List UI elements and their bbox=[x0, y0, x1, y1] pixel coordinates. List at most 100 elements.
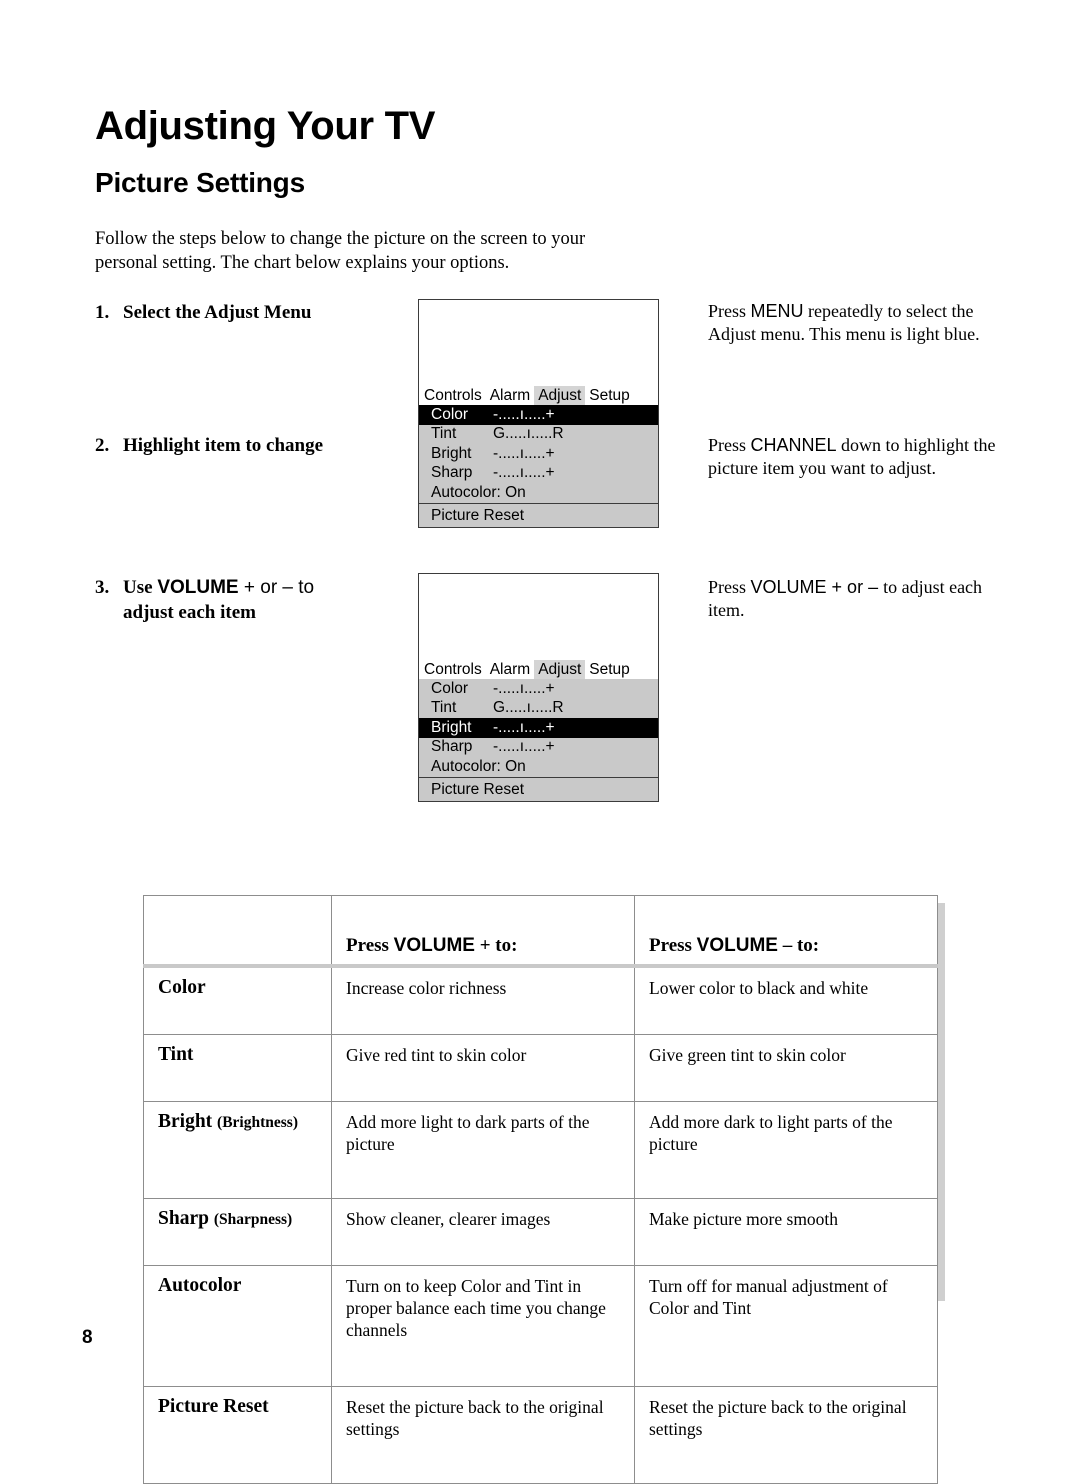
row-label-bright: Bright (Brightness) bbox=[143, 1101, 332, 1199]
intro-paragraph: Follow the steps below to change the pic… bbox=[95, 228, 586, 273]
step-3-text-after: adjust each item bbox=[123, 602, 256, 623]
row-plus-sharp: Show cleaner, clearer images bbox=[331, 1198, 635, 1266]
note-3-prefix: Press bbox=[708, 577, 751, 597]
table-row: Color Increase color richness Lower colo… bbox=[143, 965, 938, 1035]
tv-item-color-1[interactable]: Color -.....ı.....+ bbox=[419, 405, 658, 425]
tv-tab-adjust-1[interactable]: Adjust bbox=[534, 386, 586, 405]
note-step-3: Press VOLUME + or – to adjust each item. bbox=[708, 576, 1008, 621]
step-3-label: Use VOLUME + or – to adjust each item bbox=[123, 575, 403, 625]
note-2-keyword: CHANNEL bbox=[750, 435, 837, 455]
row-plus-color: Increase color richness bbox=[331, 965, 635, 1035]
header-minus-prefix: Press bbox=[649, 935, 697, 956]
header-minus-suffix: – to: bbox=[777, 935, 820, 956]
row-label-sharp: Sharp (Sharpness) bbox=[143, 1198, 332, 1266]
tv-item-tint-2[interactable]: Tint G.....ı.....R bbox=[419, 699, 658, 719]
tv-item-color-slider-2: -.....ı.....+ bbox=[493, 679, 555, 697]
row-plus-bright: Add more light to dark parts of the pict… bbox=[331, 1101, 635, 1199]
tv-menu-items-2: Color -.....ı.....+ Tint G.....ı.....R B… bbox=[419, 679, 658, 777]
tv-item-tint-label-2: Tint bbox=[431, 699, 457, 716]
step-3-keyword: VOLUME bbox=[157, 577, 239, 598]
header-minus-keyword: VOLUME bbox=[696, 935, 778, 956]
tv-item-autocolor-1[interactable]: Autocolor: On bbox=[419, 483, 658, 503]
header-plus-prefix: Press bbox=[346, 935, 394, 956]
tv-item-bright-2[interactable]: Bright -.....ı.....+ bbox=[419, 718, 658, 738]
tv-menu-tabs-1: Controls Alarm Adjust Setup bbox=[419, 386, 658, 405]
tv-menu-tabs-2: Controls Alarm Adjust Setup bbox=[419, 660, 658, 679]
tv-item-bright-label-2: Bright bbox=[431, 718, 472, 736]
tv-item-autocolor-2[interactable]: Autocolor: On bbox=[419, 757, 658, 777]
tv-item-sharp-label-1: Sharp bbox=[431, 464, 473, 481]
tv-item-sharp-label-2: Sharp bbox=[431, 738, 473, 755]
tv-item-bright-slider-1: -.....ı.....+ bbox=[493, 444, 555, 462]
tv-menu-items-1: Color -.....ı.....+ Tint G.....ı.....R B… bbox=[419, 405, 658, 503]
row-plus-autocolor: Turn on to keep Color and Tint in proper… bbox=[331, 1265, 635, 1387]
tv-tab-setup-1[interactable]: Setup bbox=[585, 386, 634, 405]
tv-item-color-slider-1: -.....ı.....+ bbox=[493, 405, 555, 423]
note-step-1: Press MENU repeatedly to select the Adju… bbox=[708, 300, 1008, 345]
tv-item-color-label-2: Color bbox=[431, 679, 469, 697]
table-header-blank bbox=[143, 895, 332, 968]
tv-tab-setup-2[interactable]: Setup bbox=[585, 660, 634, 679]
row-minus-color: Lower color to black and white bbox=[634, 965, 938, 1035]
tv-item-color-2[interactable]: Color -.....ı.....+ bbox=[419, 679, 658, 699]
row-label-autocolor: Autocolor bbox=[143, 1265, 332, 1387]
picture-settings-reference-table: Press VOLUME + to: Press VOLUME – to: Co… bbox=[143, 895, 938, 1484]
note-3-symbols: + or – bbox=[826, 577, 884, 597]
row-plus-picture-reset: Reset the picture back to the original s… bbox=[331, 1386, 635, 1484]
tv-item-picture-reset-2[interactable]: Picture Reset bbox=[419, 778, 658, 801]
table-header-row: Press VOLUME + to: Press VOLUME – to: bbox=[143, 895, 938, 968]
row-minus-sharp: Make picture more smooth bbox=[634, 1198, 938, 1266]
tv-item-sharp-slider-1: -.....ı.....+ bbox=[493, 464, 555, 481]
tv-item-bright-1[interactable]: Bright -.....ı.....+ bbox=[419, 444, 658, 464]
row-label-tint: Tint bbox=[143, 1034, 332, 1102]
step-3: 3. Use VOLUME + or – to adjust each item bbox=[95, 575, 415, 625]
note-step-2: Press CHANNEL down to highlight the pict… bbox=[708, 434, 1008, 479]
step-3-text-mid: + or – to bbox=[238, 577, 315, 598]
row-label-color: Color bbox=[143, 965, 332, 1035]
note-1-prefix: Press bbox=[708, 301, 751, 321]
tv-item-tint-slider-2: G.....ı.....R bbox=[493, 699, 564, 716]
page-number: 8 bbox=[82, 1327, 93, 1348]
tv-tab-controls-2[interactable]: Controls bbox=[420, 660, 486, 679]
page-title: Adjusting Your TV bbox=[95, 103, 436, 148]
tv-item-sharp-1[interactable]: Sharp -.....ı.....+ bbox=[419, 464, 658, 484]
table-header-volume-minus: Press VOLUME – to: bbox=[634, 895, 938, 968]
tv-screen-blank-area-2 bbox=[419, 574, 658, 660]
reference-table-wrapper: Press VOLUME + to: Press VOLUME – to: Co… bbox=[143, 895, 945, 1484]
tv-screen-blank-area-1 bbox=[419, 300, 658, 386]
tv-item-sharp-2[interactable]: Sharp -.....ı.....+ bbox=[419, 738, 658, 758]
note-1-keyword: MENU bbox=[750, 301, 804, 321]
tv-item-tint-1[interactable]: Tint G.....ı.....R bbox=[419, 425, 658, 445]
note-3-keyword: VOLUME bbox=[750, 577, 827, 597]
table-row: Sharp (Sharpness) Show cleaner, clearer … bbox=[143, 1198, 938, 1266]
tv-item-sharp-slider-2: -.....ı.....+ bbox=[493, 738, 555, 755]
table-row: Picture Reset Reset the picture back to … bbox=[143, 1386, 938, 1484]
step-3-number: 3. bbox=[95, 577, 110, 598]
tv-tab-alarm-2[interactable]: Alarm bbox=[486, 660, 534, 679]
tv-item-picture-reset-1[interactable]: Picture Reset bbox=[419, 504, 658, 527]
step-1: 1. Select the Adjust Menu bbox=[95, 300, 415, 325]
tv-item-tint-slider-1: G.....ı.....R bbox=[493, 425, 564, 442]
step-2-number: 2. bbox=[95, 435, 110, 456]
table-row: Tint Give red tint to skin color Give gr… bbox=[143, 1034, 938, 1102]
step-1-number: 1. bbox=[95, 302, 110, 323]
tv-menu-screenshot-1: Controls Alarm Adjust Setup Color -.....… bbox=[418, 299, 659, 528]
row-label-picture-reset: Picture Reset bbox=[143, 1386, 332, 1484]
tv-tab-adjust-2[interactable]: Adjust bbox=[534, 660, 586, 679]
tv-item-autocolor-label-1: Autocolor: On bbox=[431, 483, 526, 501]
tv-menu-screenshot-2: Controls Alarm Adjust Setup Color -.....… bbox=[418, 573, 659, 802]
step-2: 2. Highlight item to change bbox=[95, 433, 415, 458]
step-1-label: Select the Adjust Menu bbox=[123, 302, 312, 323]
document-page: Adjusting Your TV Picture Settings Follo… bbox=[0, 0, 1080, 1484]
tv-tab-alarm-1[interactable]: Alarm bbox=[486, 386, 534, 405]
tv-item-autocolor-label-2: Autocolor: On bbox=[431, 757, 526, 775]
row-plus-tint: Give red tint to skin color bbox=[331, 1034, 635, 1102]
table-row: Bright (Brightness) Add more light to da… bbox=[143, 1101, 938, 1199]
tv-item-bright-label-1: Bright bbox=[431, 444, 472, 462]
row-minus-tint: Give green tint to skin color bbox=[634, 1034, 938, 1102]
tv-item-tint-label-1: Tint bbox=[431, 425, 457, 442]
tv-item-bright-slider-2: -.....ı.....+ bbox=[493, 718, 555, 736]
tv-item-color-label-1: Color bbox=[431, 405, 469, 423]
header-plus-suffix: + to: bbox=[474, 935, 518, 956]
tv-tab-controls-1[interactable]: Controls bbox=[420, 386, 486, 405]
